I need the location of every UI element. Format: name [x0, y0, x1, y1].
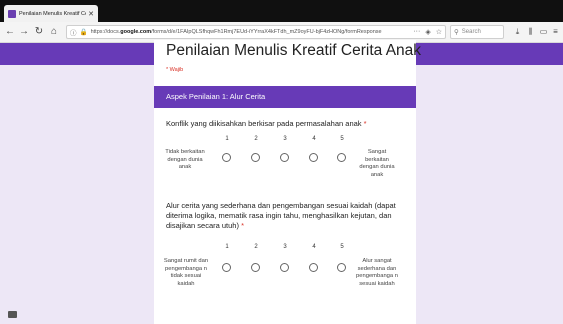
radio-option-4[interactable] — [309, 153, 318, 162]
radio-option-3[interactable] — [280, 153, 289, 162]
scale-number: 1 — [225, 136, 229, 142]
browser-window: { "browser": { "tab_title": "Penilaian M… — [0, 0, 563, 324]
question-1-scale: 1 2 3 4 5 Tidak berkaitan dengan dunia a… — [154, 136, 416, 196]
radio-option-4[interactable] — [309, 263, 318, 272]
scale-number: 5 — [340, 136, 344, 142]
scale-number: 5 — [340, 244, 344, 250]
scale-number: 2 — [254, 244, 258, 250]
forms-favicon-icon — [8, 9, 16, 18]
scale-number: 1 — [225, 244, 229, 250]
tab-title: Penilaian Menulis Kreatif Cerita — [19, 10, 86, 17]
url-domain: google.com — [120, 29, 152, 35]
pocket-icon[interactable]: ◈ — [425, 28, 430, 36]
scale-low-label: Sangat rumit dan pengembanga n tidak ses… — [163, 258, 209, 287]
form-title: Penilaian Menulis Kreatif Cerita Anak — [166, 42, 422, 59]
feedback-icon[interactable] — [8, 311, 17, 318]
radio-option-3[interactable] — [280, 263, 289, 272]
section-title: Aspek Penilaian 1: Alur Cerita — [154, 86, 416, 108]
tab-close-icon[interactable]: ✕ — [88, 10, 94, 18]
scale-high-label: Sangat berkaitan dengan dunia anak — [359, 149, 395, 178]
question-1-title: Konflik yang diikisahkan berkisar pada p… — [166, 119, 406, 129]
hamburger-menu-icon[interactable]: ≡ — [550, 25, 561, 39]
address-bar[interactable]: ⓘ 🔒 https://docs.google.com/forms/d/e/1F… — [66, 25, 446, 39]
scale-number: 4 — [312, 136, 316, 142]
question-2-title: Alur cerita yang sederhana dan pengemban… — [166, 201, 406, 231]
sidebar-icon[interactable]: ▭ — [538, 25, 549, 39]
url-prefix: https://docs. — [90, 29, 121, 35]
question-2-scale: 1 2 3 4 5 Sangat rumit dan pengembanga n… — [154, 244, 416, 324]
info-icon[interactable]: ⓘ — [70, 27, 77, 37]
back-arrow-icon[interactable]: ← — [4, 25, 16, 39]
scale-number: 3 — [283, 136, 287, 142]
form-card: Penilaian Menulis Kreatif Cerita Anak * … — [154, 40, 421, 324]
ellipsis-icon[interactable]: ··· — [413, 28, 420, 36]
radio-option-2[interactable] — [251, 153, 260, 162]
tab-strip: Penilaian Menulis Kreatif Cerita ✕ — [0, 0, 563, 22]
radio-option-5[interactable] — [337, 153, 346, 162]
url-path: /forms/d/e/1FAIpQLSfhqwFh1Rmj7EUd-iYYrra… — [151, 29, 382, 35]
url-text[interactable]: https://docs.google.com/forms/d/e/1FAIpQ… — [91, 29, 410, 35]
question-2-text: Alur cerita yang sederhana dan pengemban… — [166, 201, 396, 230]
forward-arrow-icon[interactable]: → — [18, 25, 30, 39]
scale-high-label: Alur sangat sederhana dan pengembanga n … — [356, 258, 398, 287]
reload-icon[interactable]: ↻ — [33, 25, 45, 39]
star-icon[interactable]: ☆ — [436, 28, 442, 36]
download-icon[interactable]: ⤓ — [512, 25, 523, 39]
library-icon[interactable]: ⫼ — [525, 25, 536, 39]
search-placeholder: Search — [461, 29, 481, 35]
scale-low-label: Tidak berkaitan dengan dunia anak — [165, 149, 205, 170]
radio-option-1[interactable] — [222, 263, 231, 272]
required-asterisk: * — [241, 221, 244, 230]
lock-icon[interactable]: 🔒 — [80, 28, 88, 36]
page-content: Penilaian Menulis Kreatif Cerita Anak * … — [0, 40, 563, 324]
radio-option-1[interactable] — [222, 153, 231, 162]
required-asterisk: * — [363, 119, 367, 128]
search-input[interactable]: ⚲ Search — [450, 25, 504, 39]
scale-number: 2 — [254, 136, 258, 142]
scale-number: 3 — [283, 244, 287, 250]
browser-tab[interactable]: Penilaian Menulis Kreatif Cerita ✕ — [4, 5, 98, 22]
question-1-text: Konflik yang diikisahkan berkisar pada p… — [166, 119, 362, 128]
radio-option-5[interactable] — [337, 263, 346, 272]
scale-number: 4 — [312, 244, 316, 250]
required-note: * Wajib — [166, 67, 184, 73]
search-icon: ⚲ — [454, 29, 459, 36]
home-icon[interactable]: ⌂ — [48, 25, 60, 39]
radio-option-2[interactable] — [251, 263, 260, 272]
